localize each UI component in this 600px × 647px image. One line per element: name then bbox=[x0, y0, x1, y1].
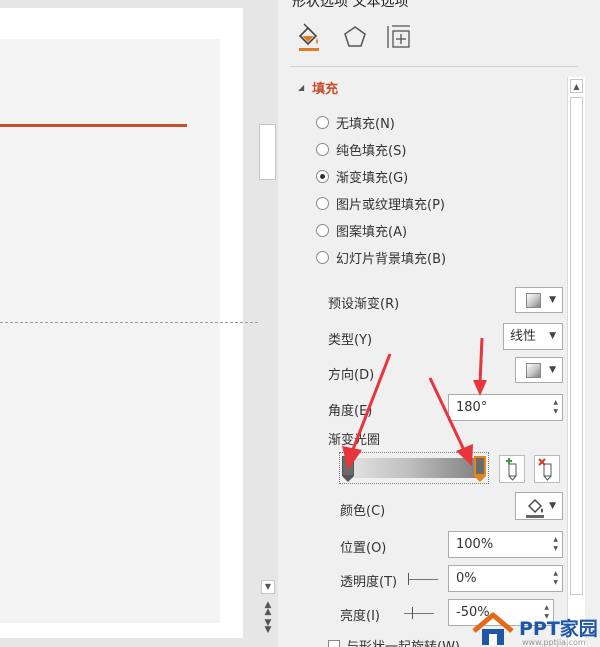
collapse-caret-icon: ◢ bbox=[298, 82, 305, 92]
remove-gradient-stop-button[interactable] bbox=[534, 455, 560, 483]
radio-picture-fill[interactable]: 图片或纹理填充(P) bbox=[316, 193, 445, 213]
gradient-stops-label: 渐变光圈 bbox=[328, 433, 381, 448]
angle-value: 180° bbox=[456, 400, 488, 415]
radio-button[interactable] bbox=[316, 250, 329, 264]
stop-color-dropdown[interactable]: ▼ bbox=[515, 492, 563, 520]
radio-label: 无填充(N) bbox=[336, 116, 395, 132]
radio-pattern-fill[interactable]: 图案填充(A) bbox=[316, 220, 407, 240]
radio-no-fill[interactable]: 无填充(N) bbox=[316, 112, 395, 132]
pane-divider bbox=[290, 66, 578, 67]
transparency-spinner[interactable]: 0% ▲ ▼ bbox=[448, 565, 563, 592]
gradient-preview-track[interactable] bbox=[344, 458, 484, 478]
preset-gradient-label: 预设渐变(R) bbox=[328, 297, 400, 312]
radio-button[interactable] bbox=[316, 142, 329, 156]
chevron-down-icon: ▼ bbox=[549, 331, 556, 341]
scroll-down-arrow-icon[interactable]: ▼ bbox=[261, 580, 275, 594]
chevron-down-icon: ▼ bbox=[549, 365, 556, 375]
radio-button[interactable] bbox=[316, 223, 329, 237]
fill-section-title: 填充 bbox=[312, 81, 339, 97]
transparency-slider[interactable] bbox=[408, 572, 438, 586]
radio-label: 图案填充(A) bbox=[336, 224, 408, 240]
gradient-stop-start[interactable] bbox=[342, 456, 354, 482]
checkbox[interactable] bbox=[328, 639, 340, 647]
slide-page[interactable] bbox=[0, 8, 243, 638]
radio-label: 纯色填充(S) bbox=[336, 143, 407, 159]
slide-canvas-area bbox=[0, 0, 258, 647]
radio-label: 渐变填充(G) bbox=[336, 170, 409, 186]
angle-label: 角度(E) bbox=[328, 404, 373, 419]
tab-effects[interactable] bbox=[340, 22, 370, 52]
spinner-arrows-icon[interactable]: ▲ ▼ bbox=[553, 398, 558, 416]
radio-button-selected[interactable] bbox=[316, 169, 329, 183]
add-stop-icon bbox=[506, 458, 517, 481]
direction-swatch-icon bbox=[526, 363, 541, 378]
tab-size-properties[interactable] bbox=[384, 22, 414, 52]
gradient-stop-end-selected[interactable] bbox=[474, 456, 486, 482]
brightness-slider[interactable] bbox=[404, 606, 434, 620]
gradient-stops-bar[interactable] bbox=[339, 452, 489, 484]
position-spinner[interactable]: 100% ▲ ▼ bbox=[448, 531, 563, 558]
pentagon-icon bbox=[344, 26, 366, 47]
size-layout-icon bbox=[387, 25, 410, 48]
pane-vertical-scrollbar[interactable]: ▲ bbox=[567, 77, 585, 647]
color-label: 颜色(C) bbox=[340, 504, 386, 519]
position-label: 位置(O) bbox=[340, 541, 387, 556]
radio-label: 幻灯片背景填充(B) bbox=[336, 251, 447, 267]
watermark-text: PPT家园 bbox=[519, 617, 598, 640]
chevron-down-icon: ▼ bbox=[549, 295, 556, 305]
gradient-swatch-icon bbox=[526, 293, 541, 308]
checkbox-label: 与形状一起旋转(W) bbox=[346, 636, 460, 647]
direction-dropdown[interactable]: ▼ bbox=[515, 357, 563, 383]
previous-slide-icon[interactable]: ▲ ▲ bbox=[262, 601, 274, 617]
angle-spinner[interactable]: 180° ▲ ▼ bbox=[448, 394, 563, 421]
radio-slide-background-fill[interactable]: 幻灯片背景填充(B) bbox=[316, 247, 446, 267]
editor-vertical-scrollbar[interactable] bbox=[258, 0, 278, 647]
direction-label: 方向(D) bbox=[328, 368, 375, 383]
radio-solid-fill[interactable]: 纯色填充(S) bbox=[316, 139, 406, 159]
paint-bucket-icon bbox=[526, 499, 544, 518]
gradient-type-select[interactable]: 线性 ▼ bbox=[503, 323, 563, 350]
next-slide-icon[interactable]: ▼ ▼ bbox=[262, 619, 274, 635]
watermark-logo: PPT家园 www.pptjia.com bbox=[470, 610, 600, 647]
radio-gradient-fill[interactable]: 渐变填充(G) bbox=[316, 166, 408, 186]
remove-stop-icon bbox=[538, 458, 552, 481]
transparency-label: 透明度(T) bbox=[340, 575, 398, 590]
spinner-arrows-icon[interactable]: ▲ ▼ bbox=[553, 535, 558, 553]
radio-button[interactable] bbox=[316, 196, 329, 210]
radio-label: 图片或纹理填充(P) bbox=[336, 197, 445, 213]
scroll-up-arrow-icon[interactable]: ▲ bbox=[570, 79, 583, 93]
type-label: 类型(Y) bbox=[328, 333, 373, 348]
house-logo-icon bbox=[472, 612, 514, 645]
pane-title[interactable]: 形状选项 文本选项 bbox=[292, 0, 408, 11]
pane-scroll-thumb[interactable] bbox=[570, 97, 583, 595]
add-gradient-stop-button[interactable] bbox=[499, 455, 525, 483]
spinner-arrows-icon[interactable]: ▲ ▼ bbox=[553, 569, 558, 587]
slide-accent-line[interactable] bbox=[0, 124, 187, 127]
tab-fill-line[interactable] bbox=[294, 22, 324, 52]
gradient-type-value: 线性 bbox=[510, 329, 537, 344]
watermark-url: www.pptjia.com bbox=[522, 638, 586, 647]
radio-button[interactable] bbox=[316, 115, 329, 129]
rotate-with-shape-checkbox[interactable]: 与形状一起旋转(W) bbox=[328, 636, 460, 647]
transparency-value: 0% bbox=[456, 571, 477, 586]
chevron-down-icon: ▼ bbox=[549, 501, 556, 511]
fill-section-header[interactable]: ◢ 填充 bbox=[298, 77, 338, 97]
format-shape-pane: 形状选项 文本选项 ◢ 填充 无填充(N) 纯色填充(S) 渐变填充(G) 图片… bbox=[278, 0, 600, 647]
editor-scroll-thumb[interactable] bbox=[259, 124, 276, 180]
slide-guide-line bbox=[0, 322, 258, 323]
preset-gradient-dropdown[interactable]: ▼ bbox=[515, 287, 563, 313]
paint-bucket-icon bbox=[298, 23, 319, 51]
position-value: 100% bbox=[456, 537, 494, 552]
brightness-label: 亮度(I) bbox=[340, 609, 380, 624]
